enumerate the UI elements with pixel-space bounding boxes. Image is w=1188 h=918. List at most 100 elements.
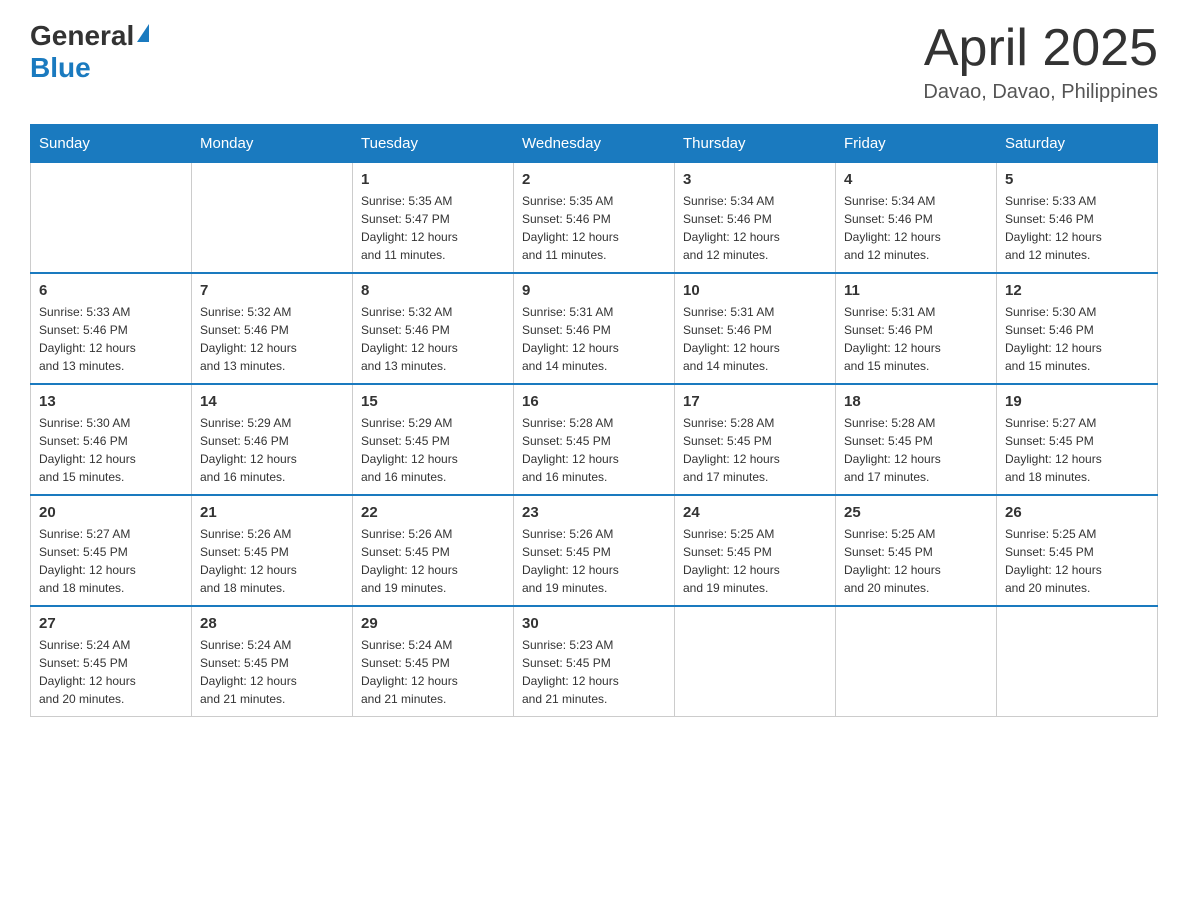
day-number: 30 [522,615,666,632]
calendar-cell: 22 Sunrise: 5:26 AM Sunset: 5:45 PM Dayli… [353,495,514,606]
day-number: 8 [361,282,505,299]
day-info: Sunrise: 5:28 AM Sunset: 5:45 PM Dayligh… [522,414,666,486]
calendar-cell [997,606,1158,717]
calendar-cell: 27 Sunrise: 5:24 AM Sunset: 5:45 PM Dayli… [31,606,192,717]
day-info: Sunrise: 5:26 AM Sunset: 5:45 PM Dayligh… [200,525,344,597]
day-number: 12 [1005,282,1149,299]
weekday-header-sunday: Sunday [31,125,192,163]
day-info: Sunrise: 5:27 AM Sunset: 5:45 PM Dayligh… [39,525,183,597]
weekday-header-row: SundayMondayTuesdayWednesdayThursdayFrid… [31,125,1158,163]
day-number: 9 [522,282,666,299]
calendar-cell: 8 Sunrise: 5:32 AM Sunset: 5:46 PM Daylig… [353,273,514,384]
day-number: 14 [200,393,344,410]
day-number: 27 [39,615,183,632]
day-number: 15 [361,393,505,410]
day-number: 6 [39,282,183,299]
calendar-cell: 26Sunrise: 5:25 AM Sunset: 5:45 PM Dayli… [997,495,1158,606]
calendar-cell: 2Sunrise: 5:35 AM Sunset: 5:46 PM Daylig… [514,163,675,274]
week-row-3: 13 Sunrise: 5:30 AM Sunset: 5:46 PM Dayli… [31,384,1158,495]
weekday-header-monday: Monday [192,125,353,163]
day-number: 1 [361,171,505,188]
day-number: 13 [39,393,183,410]
day-number: 16 [522,393,666,410]
day-info: Sunrise: 5:35 AM Sunset: 5:47 PM Dayligh… [361,192,505,264]
day-number: 24 [683,504,827,521]
calendar-cell [31,163,192,274]
calendar-cell: 3 Sunrise: 5:34 AM Sunset: 5:46 PM Daylig… [675,163,836,274]
day-number: 19 [1005,393,1149,410]
calendar-cell: 11 Sunrise: 5:31 AM Sunset: 5:46 PM Dayli… [836,273,997,384]
calendar-cell: 7Sunrise: 5:32 AM Sunset: 5:46 PM Daylig… [192,273,353,384]
calendar-cell: 9 Sunrise: 5:31 AM Sunset: 5:46 PM Daylig… [514,273,675,384]
day-info: Sunrise: 5:28 AM Sunset: 5:45 PM Dayligh… [844,414,988,486]
calendar-cell: 4 Sunrise: 5:34 AM Sunset: 5:46 PM Daylig… [836,163,997,274]
logo-arrow-icon [137,24,149,42]
calendar-cell: 14Sunrise: 5:29 AM Sunset: 5:46 PM Dayli… [192,384,353,495]
day-info: Sunrise: 5:27 AM Sunset: 5:45 PM Dayligh… [1005,414,1149,486]
day-number: 23 [522,504,666,521]
calendar-cell: 1 Sunrise: 5:35 AM Sunset: 5:47 PM Daylig… [353,163,514,274]
week-row-4: 20 Sunrise: 5:27 AM Sunset: 5:45 PM Dayli… [31,495,1158,606]
calendar-cell: 29 Sunrise: 5:24 AM Sunset: 5:45 PM Dayli… [353,606,514,717]
day-info: Sunrise: 5:24 AM Sunset: 5:45 PM Dayligh… [39,636,183,708]
day-info: Sunrise: 5:28 AM Sunset: 5:45 PM Dayligh… [683,414,827,486]
day-number: 4 [844,171,988,188]
day-number: 26 [1005,504,1149,521]
day-number: 29 [361,615,505,632]
month-year-title: April 2025 [923,20,1158,77]
calendar-cell: 28 Sunrise: 5:24 AM Sunset: 5:45 PM Dayli… [192,606,353,717]
logo: General Blue [30,20,149,84]
day-info: Sunrise: 5:33 AM Sunset: 5:46 PM Dayligh… [39,303,183,375]
day-number: 17 [683,393,827,410]
calendar-cell [192,163,353,274]
day-number: 22 [361,504,505,521]
day-number: 28 [200,615,344,632]
title-area: April 2025 Davao, Davao, Philippines [923,20,1158,104]
calendar-cell: 19 Sunrise: 5:27 AM Sunset: 5:45 PM Dayli… [997,384,1158,495]
calendar-cell: 16 Sunrise: 5:28 AM Sunset: 5:45 PM Dayli… [514,384,675,495]
logo-general-text: General [30,20,134,52]
calendar-cell: 30 Sunrise: 5:23 AM Sunset: 5:45 PM Dayli… [514,606,675,717]
calendar-cell: 21 Sunrise: 5:26 AM Sunset: 5:45 PM Dayli… [192,495,353,606]
day-info: Sunrise: 5:31 AM Sunset: 5:46 PM Dayligh… [844,303,988,375]
day-info: Sunrise: 5:32 AM Sunset: 5:46 PM Dayligh… [361,303,505,375]
day-number: 11 [844,282,988,299]
day-info: Sunrise: 5:26 AM Sunset: 5:45 PM Dayligh… [361,525,505,597]
day-info: Sunrise: 5:24 AM Sunset: 5:45 PM Dayligh… [361,636,505,708]
day-info: Sunrise: 5:34 AM Sunset: 5:46 PM Dayligh… [683,192,827,264]
day-number: 5 [1005,171,1149,188]
day-number: 7 [200,282,344,299]
calendar-cell: 10Sunrise: 5:31 AM Sunset: 5:46 PM Dayli… [675,273,836,384]
calendar-cell: 6 Sunrise: 5:33 AM Sunset: 5:46 PM Daylig… [31,273,192,384]
day-number: 20 [39,504,183,521]
day-info: Sunrise: 5:30 AM Sunset: 5:46 PM Dayligh… [1005,303,1149,375]
day-info: Sunrise: 5:31 AM Sunset: 5:46 PM Dayligh… [683,303,827,375]
day-info: Sunrise: 5:25 AM Sunset: 5:45 PM Dayligh… [844,525,988,597]
day-info: Sunrise: 5:24 AM Sunset: 5:45 PM Dayligh… [200,636,344,708]
calendar-cell: 25Sunrise: 5:25 AM Sunset: 5:45 PM Dayli… [836,495,997,606]
weekday-header-friday: Friday [836,125,997,163]
calendar-cell: 15Sunrise: 5:29 AM Sunset: 5:45 PM Dayli… [353,384,514,495]
weekday-header-saturday: Saturday [997,125,1158,163]
logo-blue-text: Blue [30,52,149,84]
weekday-header-wednesday: Wednesday [514,125,675,163]
weekday-header-thursday: Thursday [675,125,836,163]
calendar-cell: 18Sunrise: 5:28 AM Sunset: 5:45 PM Dayli… [836,384,997,495]
day-info: Sunrise: 5:33 AM Sunset: 5:46 PM Dayligh… [1005,192,1149,264]
calendar-cell: 17 Sunrise: 5:28 AM Sunset: 5:45 PM Dayli… [675,384,836,495]
day-number: 3 [683,171,827,188]
page-header: General Blue April 2025 Davao, Davao, Ph… [30,20,1158,104]
day-info: Sunrise: 5:34 AM Sunset: 5:46 PM Dayligh… [844,192,988,264]
day-number: 21 [200,504,344,521]
calendar-cell [836,606,997,717]
calendar-cell: 20 Sunrise: 5:27 AM Sunset: 5:45 PM Dayli… [31,495,192,606]
week-row-2: 6 Sunrise: 5:33 AM Sunset: 5:46 PM Daylig… [31,273,1158,384]
day-info: Sunrise: 5:26 AM Sunset: 5:45 PM Dayligh… [522,525,666,597]
calendar-cell [675,606,836,717]
week-row-5: 27 Sunrise: 5:24 AM Sunset: 5:45 PM Dayli… [31,606,1158,717]
calendar-cell: 13 Sunrise: 5:30 AM Sunset: 5:46 PM Dayli… [31,384,192,495]
day-info: Sunrise: 5:30 AM Sunset: 5:46 PM Dayligh… [39,414,183,486]
day-info: Sunrise: 5:35 AM Sunset: 5:46 PM Dayligh… [522,192,666,264]
day-info: Sunrise: 5:31 AM Sunset: 5:46 PM Dayligh… [522,303,666,375]
day-info: Sunrise: 5:23 AM Sunset: 5:45 PM Dayligh… [522,636,666,708]
